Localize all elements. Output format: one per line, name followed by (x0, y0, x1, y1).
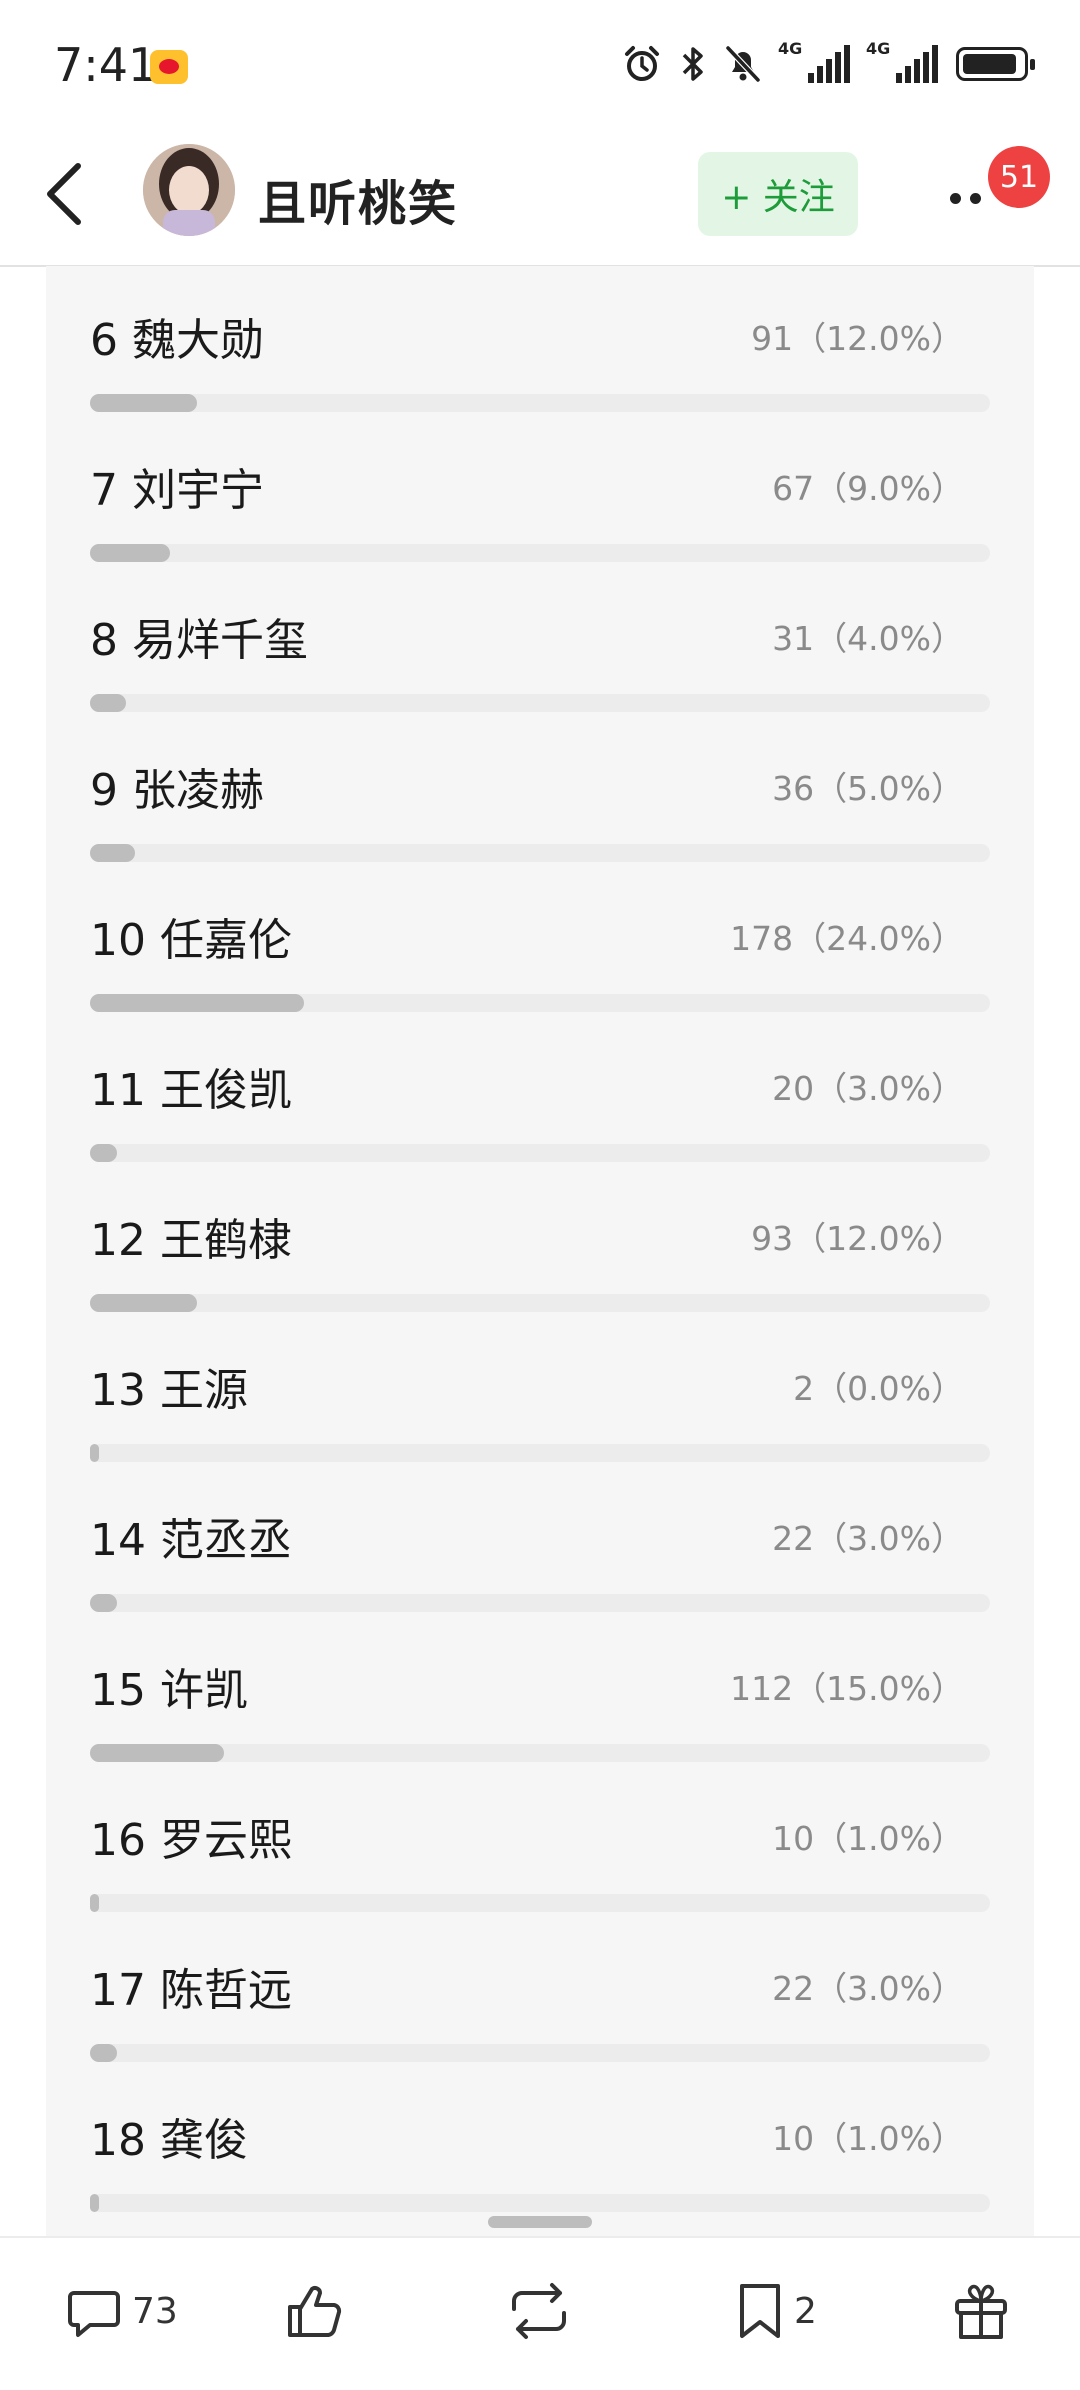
poll-option-label: 7 刘宇宁 (90, 465, 264, 516)
poll-bar-fill (90, 2194, 99, 2212)
drag-handle[interactable] (488, 2216, 592, 2228)
follow-button[interactable]: + 关注 (698, 152, 858, 236)
poll-bar-track (90, 2044, 990, 2062)
avatar-image (143, 144, 235, 236)
poll-option-value: 112（15.0%） (730, 1669, 964, 1708)
gift-icon (955, 2284, 1007, 2339)
poll-option: 12 王鹤棣 93（12.0%） (46, 1166, 1034, 1316)
thumbs-up-icon (288, 2286, 342, 2337)
poll-option-value: 67（9.0%） (772, 469, 964, 508)
network-type-label: 4G (778, 39, 803, 58)
poll-bar-track (90, 2194, 990, 2212)
weibo-app-icon (150, 50, 188, 84)
poll-option-label: 9 张凌赫 (90, 765, 264, 816)
poll-option-label: 10 任嘉伦 (90, 915, 292, 966)
poll-option-value: 20（3.0%） (772, 1069, 964, 1108)
poll-option-value: 36（5.0%） (772, 769, 964, 808)
poll-option-value: 2（0.0%） (793, 1369, 964, 1408)
poll-option: 9 张凌赫 36（5.0%） (46, 716, 1034, 866)
poll-option: 15 许凯 112（15.0%） (46, 1616, 1034, 1766)
poll-option-label: 15 许凯 (90, 1665, 248, 1716)
poll-option: 16 罗云熙 10（1.0%） (46, 1766, 1034, 1916)
poll-bar-track (90, 1444, 990, 1462)
mute-bell-icon (725, 45, 761, 83)
poll-option-label: 13 王源 (90, 1365, 248, 1416)
poll-option-value: 22（3.0%） (772, 1519, 964, 1558)
poll-option: 11 王俊凯 20（3.0%） (46, 1016, 1034, 1166)
poll-bar-fill (90, 1894, 99, 1912)
poll-option: 10 任嘉伦 178（24.0%） (46, 866, 1034, 1016)
poll-option-label: 14 范丞丞 (90, 1515, 292, 1566)
poll-option-label: 8 易烊千玺 (90, 615, 308, 666)
poll-bar-track (90, 694, 990, 712)
avatar[interactable] (143, 144, 235, 236)
poll-bar-fill (90, 844, 135, 862)
signal-icon: 4G (778, 39, 850, 83)
bookmark-icon (740, 2284, 780, 2338)
poll-option-label: 12 王鹤棣 (90, 1215, 292, 1266)
username[interactable]: 且听桃笑 (258, 164, 458, 234)
profile-header: 且听桃笑 + 关注 51 (0, 130, 1080, 267)
status-bar: 7:41 4G 4G (0, 0, 1080, 130)
gift-button[interactable] (950, 2276, 1012, 2346)
poll-bar-track (90, 1744, 990, 1762)
poll-bar-track (90, 844, 990, 862)
poll-bar-fill (90, 394, 197, 412)
poll-option: 13 王源 2（0.0%） (46, 1316, 1034, 1466)
poll-bar-fill (90, 1294, 197, 1312)
poll-bar-track (90, 394, 990, 412)
comment-icon (68, 2291, 120, 2337)
poll-option-label: 16 罗云熙 (90, 1815, 292, 1866)
poll-bar-fill (90, 2044, 117, 2062)
poll-option-value: 93（12.0%） (751, 1219, 964, 1258)
notification-badge: 51 (988, 146, 1050, 208)
poll-bar-fill (90, 1444, 99, 1462)
poll-option-value: 22（3.0%） (772, 1969, 964, 2008)
poll-option: 18 龚俊 10（1.0%） (46, 2066, 1034, 2216)
battery-icon (956, 47, 1035, 81)
poll-bar-track (90, 1894, 990, 1912)
poll-bar-track (90, 994, 990, 1012)
favorite-button[interactable]: 2 (734, 2276, 817, 2346)
poll-bar-fill (90, 1594, 117, 1612)
poll-bar-fill (90, 1144, 117, 1162)
status-icons: 4G 4G (622, 39, 1035, 84)
bottom-action-bar: 73 2 (0, 2216, 1080, 2390)
poll-option: 17 陈哲远 22（3.0%） (46, 1916, 1034, 2066)
poll-option-value: 10（1.0%） (772, 2119, 964, 2158)
poll-option-value: 91（12.0%） (751, 319, 964, 358)
comment-count: 73 (132, 2290, 178, 2332)
status-time: 7:41 (54, 38, 158, 92)
poll-option: 14 范丞丞 22（3.0%） (46, 1466, 1034, 1616)
poll-results: 6 魏大勋 91（12.0%） 7 刘宇宁 67（9.0%） 8 易烊千玺 31… (46, 266, 1034, 2236)
poll-option-value: 31（4.0%） (772, 619, 964, 658)
poll-bar-track (90, 1594, 990, 1612)
like-button[interactable] (282, 2276, 346, 2346)
repost-button[interactable] (504, 2276, 574, 2346)
bluetooth-icon (682, 47, 703, 81)
poll-bar-fill (90, 694, 126, 712)
network-type-label: 4G (866, 39, 891, 58)
poll-bar-fill (90, 994, 304, 1012)
poll-option-label: 18 龚俊 (90, 2115, 248, 2166)
poll-bar-track (90, 1144, 990, 1162)
repost-icon (512, 2283, 566, 2339)
poll-option-label: 17 陈哲远 (90, 1965, 292, 2016)
poll-option-label: 6 魏大勋 (90, 315, 264, 366)
alarm-icon (625, 46, 659, 81)
poll-option-label: 11 王俊凯 (90, 1065, 292, 1116)
poll-bar-fill (90, 544, 171, 562)
poll-option-value: 178（24.0%） (730, 919, 964, 958)
poll-bar-track (90, 544, 990, 562)
poll-bar-track (90, 1294, 990, 1312)
poll-option: 7 刘宇宁 67（9.0%） (46, 416, 1034, 566)
poll-option-value: 10（1.0%） (772, 1819, 964, 1858)
bookmark-count: 2 (794, 2290, 817, 2332)
back-button[interactable] (28, 154, 108, 234)
comment-button[interactable]: 73 (64, 2276, 178, 2346)
poll-option: 6 魏大勋 91（12.0%） (46, 266, 1034, 416)
poll-option: 8 易烊千玺 31（4.0%） (46, 566, 1034, 716)
signal-icon: 4G (866, 39, 938, 83)
poll-bar-fill (90, 1744, 224, 1762)
